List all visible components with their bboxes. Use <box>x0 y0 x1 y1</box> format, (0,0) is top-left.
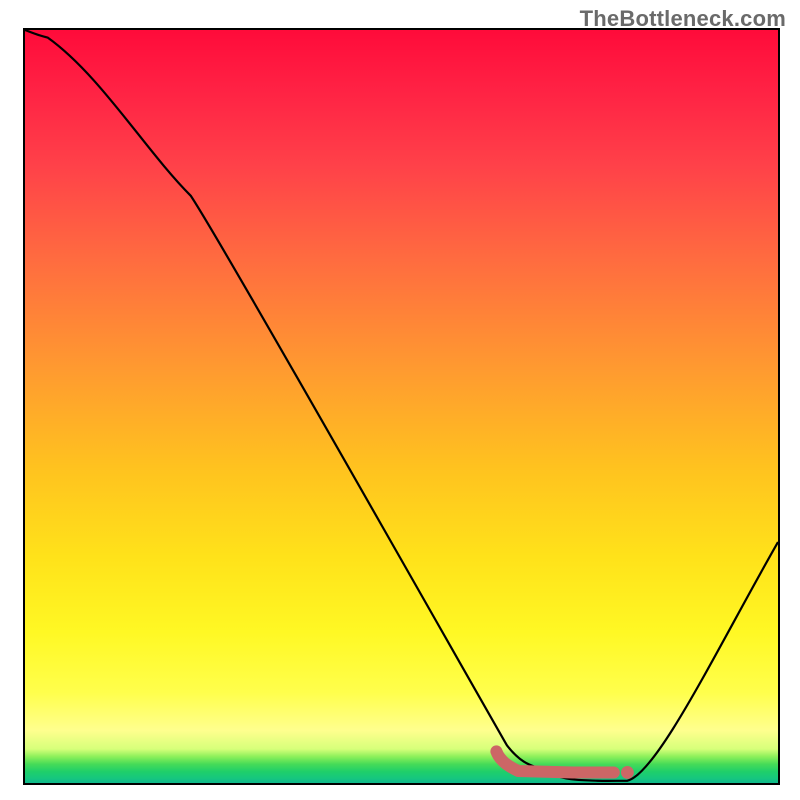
plot-frame <box>23 28 780 785</box>
chart-stage: TheBottleneck.com <box>0 0 800 800</box>
indicator-dot <box>621 766 634 779</box>
curve-layer <box>25 30 778 783</box>
bottleneck-curve <box>25 30 778 781</box>
plot-area <box>25 30 778 783</box>
